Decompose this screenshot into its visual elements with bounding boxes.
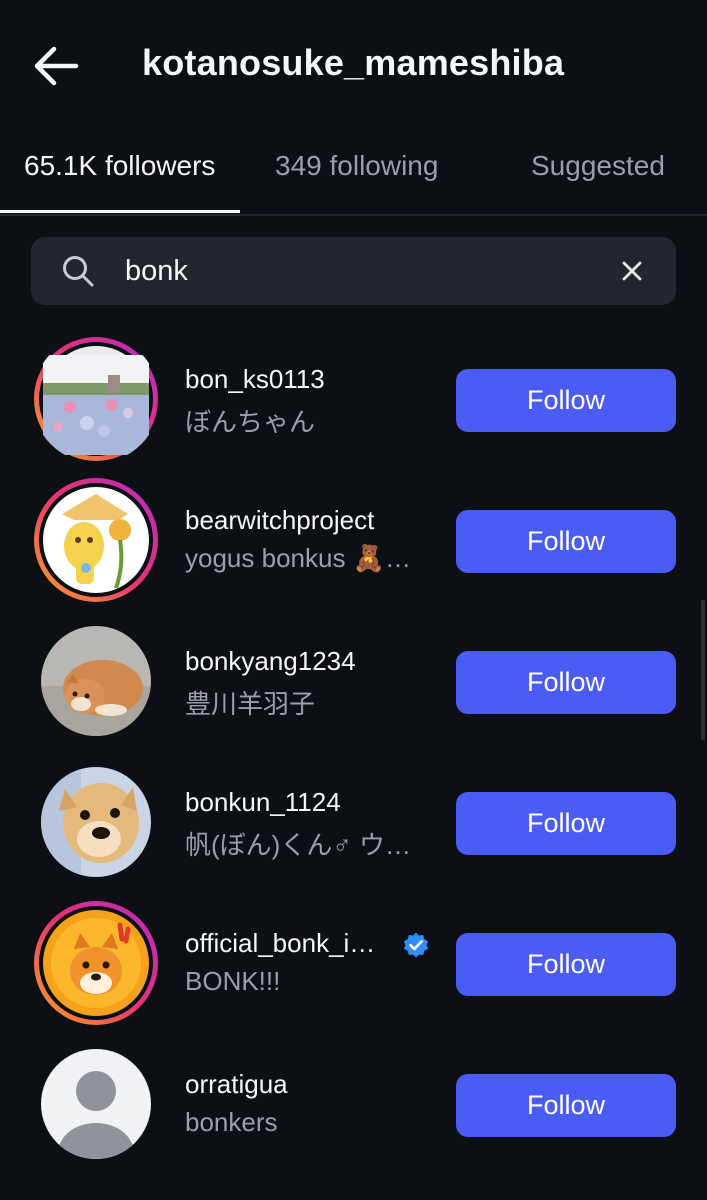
list-item[interactable]: bonkun_1124 帆(ぼん)くん♂ ウ… Follow	[0, 753, 707, 894]
avatar-cartoon-image	[34, 478, 158, 602]
avatar[interactable]	[41, 1049, 151, 1159]
follow-button[interactable]: Follow	[456, 651, 676, 714]
active-tab-indicator	[0, 210, 240, 213]
follow-button[interactable]: Follow	[456, 510, 676, 573]
tab-suggested[interactable]: Suggested	[531, 150, 665, 182]
list-item[interactable]: bonkyang1234 豊川羊羽子 Follow	[0, 612, 707, 753]
username[interactable]: orratigua	[185, 1069, 288, 1100]
username[interactable]: official_bonk_i…	[185, 928, 375, 959]
display-name: 豊川羊羽子	[185, 689, 316, 719]
display-name: bonkers	[185, 1107, 278, 1137]
list-item[interactable]: bearwitchproject yogus bonkus 🧸… Follow	[0, 471, 707, 612]
display-name: 帆(ぼん)くん♂ ウ…	[185, 830, 412, 860]
top-bar: kotanosuke_mameshiba	[0, 0, 707, 130]
display-name: ぼんちゃん	[185, 407, 316, 437]
page-title: kotanosuke_mameshiba	[142, 42, 565, 83]
avatar-bonk-logo-image	[34, 901, 158, 1025]
avatar[interactable]	[32, 476, 160, 604]
arrow-left-icon	[34, 46, 79, 86]
tab-bar: 65.1K followers 349 following Suggested	[0, 130, 707, 216]
search-icon	[63, 256, 94, 287]
follow-button[interactable]: Follow	[456, 933, 676, 996]
bio: yogus bonkus 🧸…	[185, 543, 412, 573]
tab-following[interactable]: 349 following	[275, 150, 438, 182]
username[interactable]: bon_ks0113	[185, 364, 325, 395]
avatar-flowers-image	[34, 337, 158, 461]
list-item[interactable]: official_bonk_i… BONK!!! Follow	[0, 894, 707, 1035]
verified-badge-icon	[404, 932, 428, 958]
avatar-dog-image	[41, 626, 151, 736]
list-item[interactable]: orratigua bonkers Follow	[0, 1035, 707, 1176]
scrollbar[interactable]	[701, 600, 705, 740]
avatar-puppy-image	[41, 767, 151, 877]
avatar[interactable]	[32, 335, 160, 463]
search-input[interactable]	[125, 249, 605, 293]
username[interactable]: bonkun_1124	[185, 787, 341, 818]
search-bar	[31, 237, 676, 305]
username[interactable]: bearwitchproject	[185, 505, 374, 536]
list-item[interactable]: bon_ks0113 ぼんちゃん Follow	[0, 330, 707, 471]
close-icon	[622, 261, 642, 281]
follow-button[interactable]: Follow	[456, 369, 676, 432]
back-button[interactable]	[28, 40, 84, 92]
clear-search-button[interactable]	[616, 255, 648, 287]
username[interactable]: bonkyang1234	[185, 646, 356, 677]
follow-button[interactable]: Follow	[456, 1074, 676, 1137]
avatar[interactable]	[41, 626, 151, 736]
tab-followers[interactable]: 65.1K followers	[24, 150, 215, 182]
follow-button[interactable]: Follow	[456, 792, 676, 855]
avatar[interactable]	[41, 767, 151, 877]
display-name: BONK!!!	[185, 966, 281, 996]
default-avatar-icon	[41, 1049, 151, 1159]
avatar[interactable]	[32, 899, 160, 1027]
